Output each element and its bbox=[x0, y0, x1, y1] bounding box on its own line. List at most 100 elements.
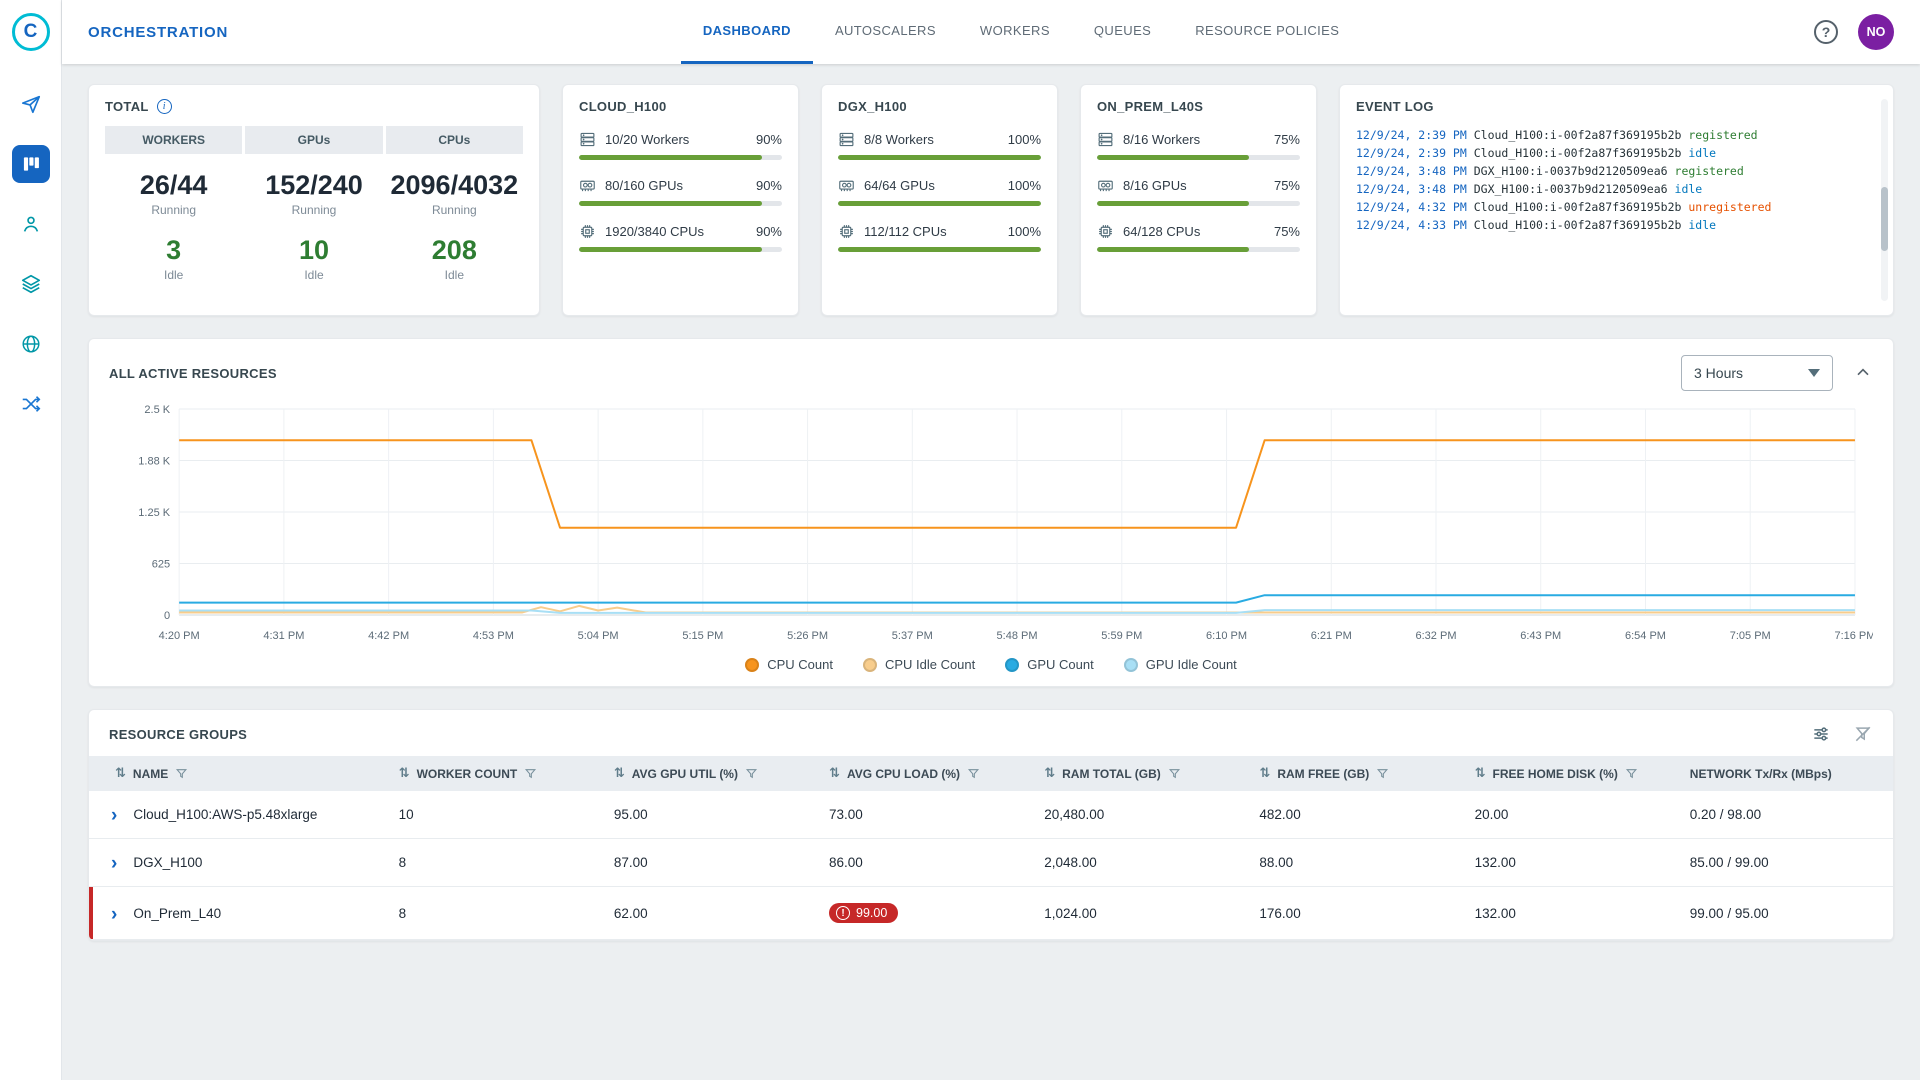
sort-icon[interactable] bbox=[1259, 766, 1270, 781]
resource-groups-title: RESOURCE GROUPS bbox=[109, 727, 247, 742]
column-header-worker-count[interactable]: WORKER COUNT bbox=[387, 756, 602, 791]
event-status: registered bbox=[1675, 164, 1744, 178]
metric-progress-bar bbox=[579, 201, 782, 206]
svg-text:5:59 PM: 5:59 PM bbox=[1101, 630, 1142, 642]
legend-item-gpu-idle-count[interactable]: GPU Idle Count bbox=[1124, 657, 1237, 672]
metric-label: 80/160 GPUs bbox=[605, 178, 683, 193]
tab-autoscalers[interactable]: AUTOSCALERS bbox=[813, 0, 958, 64]
column-header-avg-cpu-load[interactable]: AVG CPU LOAD (%) bbox=[817, 756, 1032, 791]
column-header-network-tx-rx-mbps: NETWORK Tx/Rx (MBps) bbox=[1678, 756, 1893, 791]
column-label: WORKER COUNT bbox=[417, 767, 518, 781]
workers-icon bbox=[838, 131, 855, 148]
filter-icon[interactable] bbox=[1376, 767, 1389, 780]
sort-icon[interactable] bbox=[399, 766, 410, 781]
resource-name[interactable]: DGX_H100 bbox=[133, 855, 202, 870]
filter-icon[interactable] bbox=[1625, 767, 1638, 780]
tab-dashboard[interactable]: DASHBOARD bbox=[681, 0, 813, 64]
help-icon[interactable] bbox=[1814, 20, 1838, 44]
svg-text:5:48 PM: 5:48 PM bbox=[997, 630, 1038, 642]
sidebar-item-rocket[interactable] bbox=[12, 85, 50, 123]
total-column-cpus: CPUs2096/4032Running208Idle bbox=[386, 126, 523, 282]
metric-progress-bar bbox=[1097, 247, 1300, 252]
legend-dot bbox=[745, 658, 759, 672]
table-cell: 8 bbox=[387, 839, 602, 887]
metric-label: 64/64 GPUs bbox=[864, 178, 935, 193]
total-title: TOTAL bbox=[105, 99, 149, 114]
column-label: NAME bbox=[133, 767, 168, 781]
table-cell: 88.00 bbox=[1247, 839, 1462, 887]
sidebar-item-flow[interactable] bbox=[12, 385, 50, 423]
filter-icon[interactable] bbox=[745, 767, 758, 780]
resource-name[interactable]: Cloud_H100:AWS-p5.48xlarge bbox=[133, 807, 317, 822]
filter-icon[interactable] bbox=[524, 767, 537, 780]
resource-groups-header: RESOURCE GROUPS bbox=[89, 724, 1893, 756]
expand-row-icon[interactable] bbox=[111, 853, 117, 874]
time-range-select[interactable]: 3 Hours bbox=[1681, 355, 1833, 391]
flow-icon bbox=[20, 393, 42, 415]
sort-icon[interactable] bbox=[614, 766, 625, 781]
legend-item-cpu-count[interactable]: CPU Count bbox=[745, 657, 833, 672]
tab-queues[interactable]: QUEUES bbox=[1072, 0, 1173, 64]
event-time: 12/9/24, 4:33 PM bbox=[1356, 218, 1467, 232]
running-count: 26/44 bbox=[105, 170, 242, 201]
active-resources-card: ALL ACTIVE RESOURCES 3 Hours 06251.25 K1… bbox=[88, 338, 1894, 687]
legend-item-cpu-idle-count[interactable]: CPU Idle Count bbox=[863, 657, 975, 672]
column-label: RAM TOTAL (GB) bbox=[1062, 767, 1161, 781]
filter-icon[interactable] bbox=[967, 767, 980, 780]
event-log-entry: 12/9/24, 3:48 PM DGX_H100:i-0037b9d21205… bbox=[1356, 162, 1877, 180]
sidebar-item-worker[interactable] bbox=[12, 205, 50, 243]
svg-text:6:21 PM: 6:21 PM bbox=[1311, 630, 1352, 642]
app-logo-icon[interactable]: C bbox=[12, 13, 50, 51]
table-cell: 87.00 bbox=[602, 839, 817, 887]
metric-progress-bar bbox=[1097, 201, 1300, 206]
sidebar-item-globe[interactable] bbox=[12, 325, 50, 363]
svg-text:4:53 PM: 4:53 PM bbox=[473, 630, 514, 642]
column-header-ram-total-gb[interactable]: RAM TOTAL (GB) bbox=[1032, 756, 1247, 791]
resource-name[interactable]: On_Prem_L40 bbox=[133, 906, 221, 921]
idle-label: Idle bbox=[245, 268, 382, 282]
event-log-scrollbar-thumb[interactable] bbox=[1881, 187, 1888, 251]
column-header-avg-gpu-util[interactable]: AVG GPU UTIL (%) bbox=[602, 756, 817, 791]
table-cell: 99.00 / 95.00 bbox=[1678, 887, 1893, 940]
svg-text:5:37 PM: 5:37 PM bbox=[892, 630, 933, 642]
expand-row-icon[interactable] bbox=[111, 904, 117, 925]
clear-filters-icon[interactable] bbox=[1853, 724, 1873, 744]
metric-progress-bar bbox=[838, 247, 1041, 252]
column-header-free-home-disk[interactable]: FREE HOME DISK (%) bbox=[1463, 756, 1678, 791]
sidebar-item-layers[interactable] bbox=[12, 265, 50, 303]
cluster-metric: 1920/3840 CPUs 90% bbox=[579, 223, 782, 252]
legend-dot bbox=[1005, 658, 1019, 672]
legend-dot bbox=[1124, 658, 1138, 672]
avatar[interactable]: NO bbox=[1858, 14, 1894, 50]
running-label: Running bbox=[245, 203, 382, 217]
sidebar-item-dashboard[interactable] bbox=[12, 145, 50, 183]
tab-resource-policies[interactable]: RESOURCE POLICIES bbox=[1173, 0, 1361, 64]
metric-percent: 90% bbox=[756, 178, 782, 193]
expand-row-icon[interactable] bbox=[111, 805, 117, 826]
event-source: Cloud_H100:i-00f2a87f369195b2b bbox=[1474, 200, 1682, 214]
column-header-name[interactable]: NAME bbox=[89, 756, 387, 791]
workers-icon bbox=[1097, 131, 1114, 148]
metric-percent: 100% bbox=[1008, 178, 1041, 193]
sidebar: C bbox=[0, 0, 62, 1080]
gpu-icon bbox=[838, 177, 855, 194]
sort-icon[interactable] bbox=[1044, 766, 1055, 781]
cluster-metric: 8/16 GPUs 75% bbox=[1097, 177, 1300, 206]
worker-icon bbox=[20, 213, 42, 235]
metric-progress-bar bbox=[838, 201, 1041, 206]
sort-icon[interactable] bbox=[1475, 766, 1486, 781]
column-settings-icon[interactable] bbox=[1811, 724, 1831, 744]
table-cell: 20,480.00 bbox=[1032, 791, 1247, 839]
legend-item-gpu-count[interactable]: GPU Count bbox=[1005, 657, 1093, 672]
filter-icon[interactable] bbox=[1168, 767, 1181, 780]
sort-icon[interactable] bbox=[829, 766, 840, 781]
app-title: ORCHESTRATION bbox=[88, 24, 228, 41]
filter-icon[interactable] bbox=[175, 767, 188, 780]
info-icon[interactable] bbox=[157, 99, 172, 114]
tab-workers[interactable]: WORKERS bbox=[958, 0, 1072, 64]
app-root: C ORCHESTRATION DASHBOARDAUTOSCALERSWORK… bbox=[0, 0, 1920, 1080]
sort-icon[interactable] bbox=[115, 766, 126, 781]
collapse-panel-icon[interactable] bbox=[1853, 363, 1873, 383]
column-header-ram-free-gb[interactable]: RAM FREE (GB) bbox=[1247, 756, 1462, 791]
svg-text:6:43 PM: 6:43 PM bbox=[1520, 630, 1561, 642]
